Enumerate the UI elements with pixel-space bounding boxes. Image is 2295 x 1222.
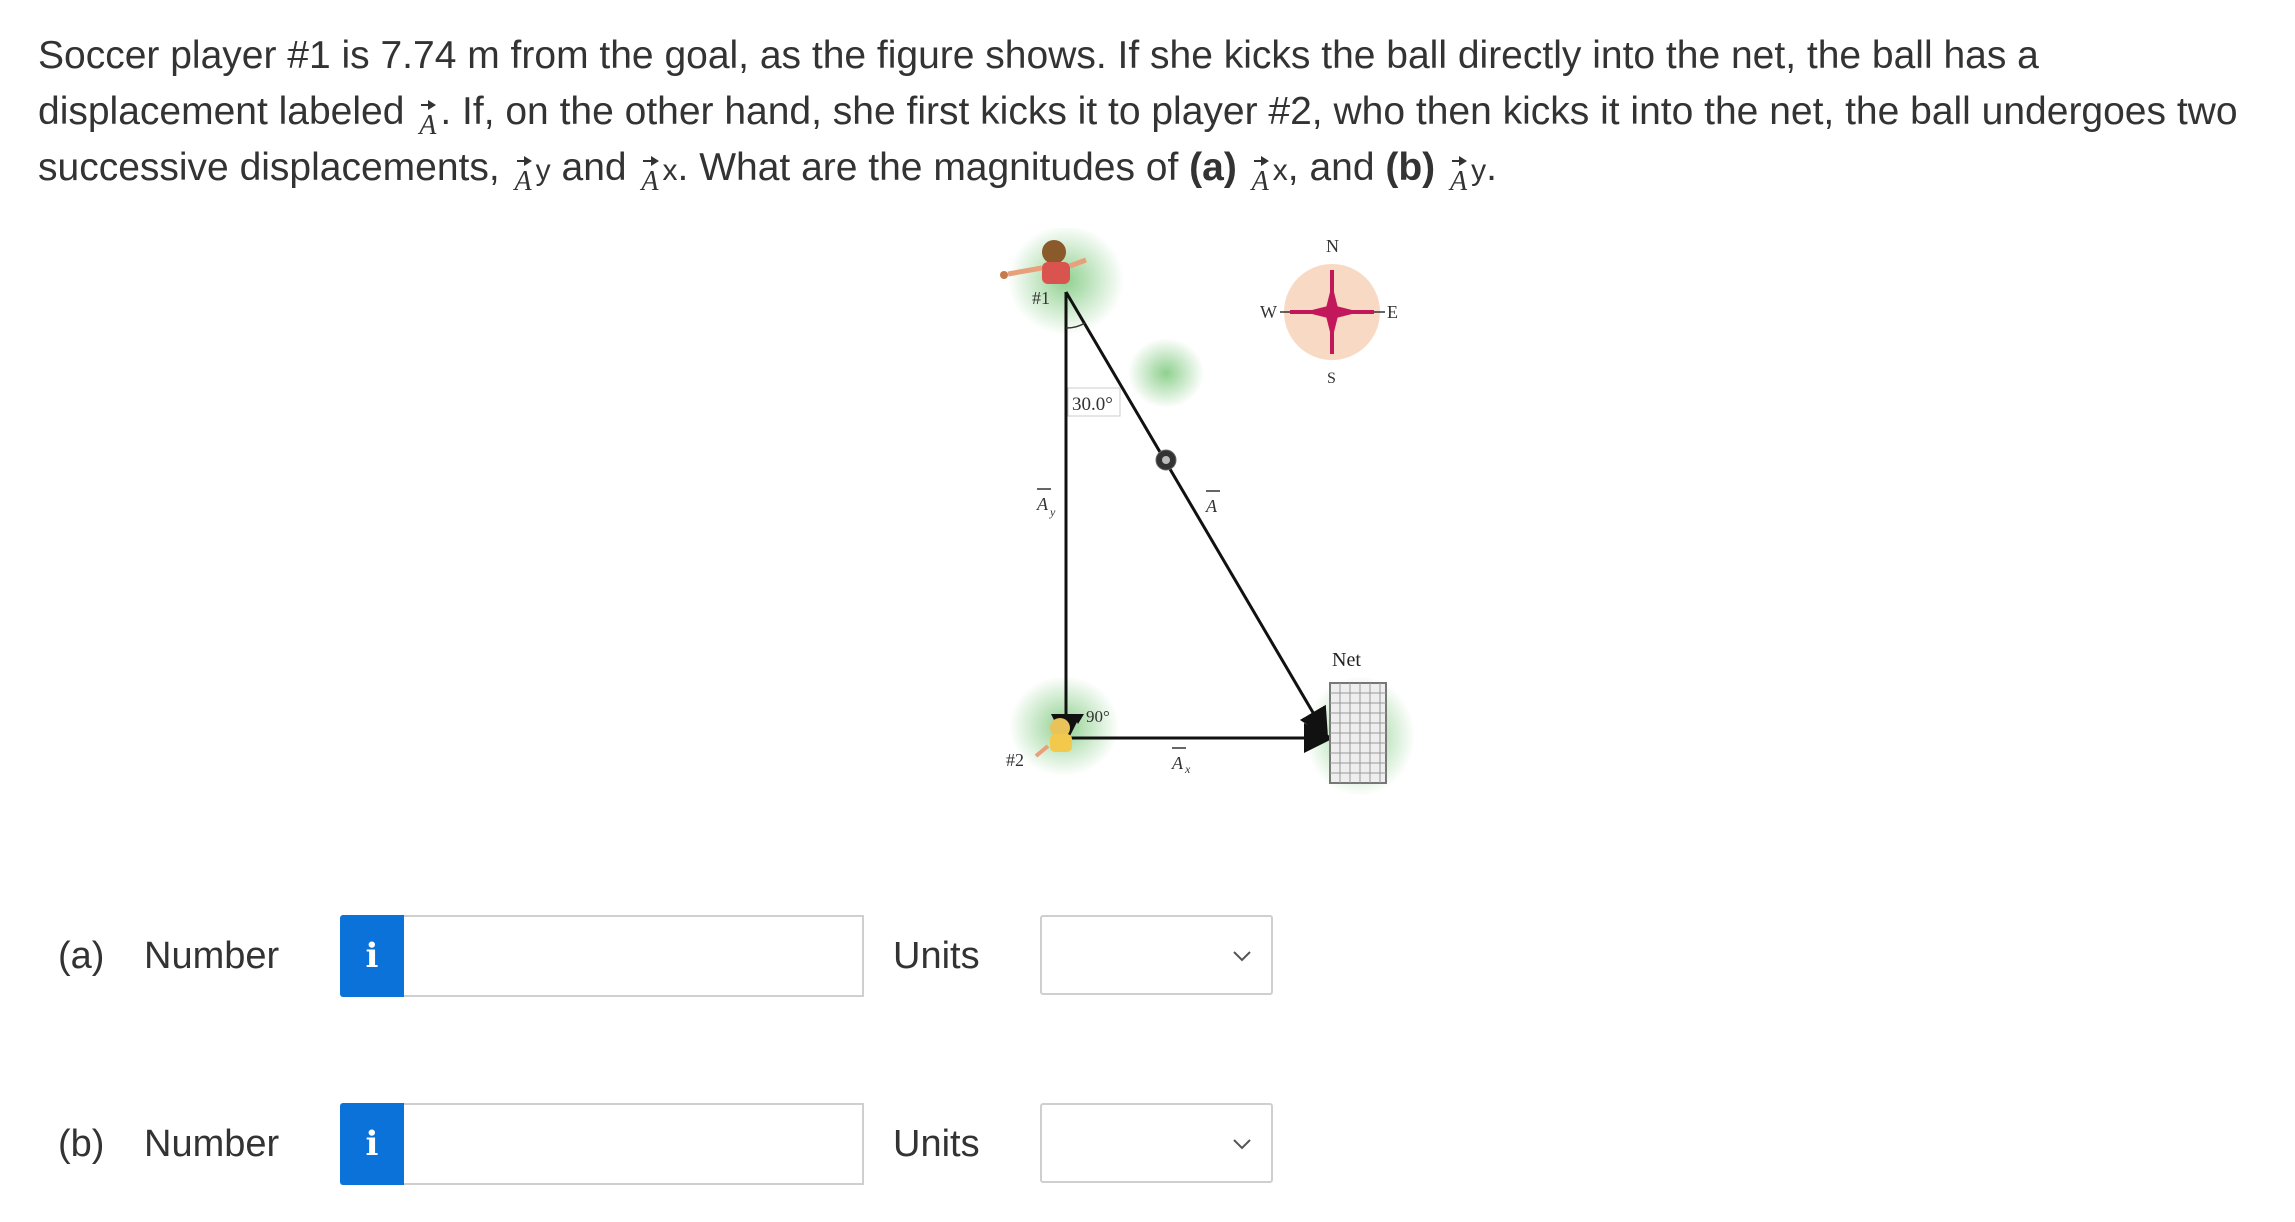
units-select-a[interactable] (1040, 915, 1273, 995)
svg-text:y: y (1049, 505, 1056, 519)
number-input-a[interactable] (404, 915, 864, 997)
svg-text:A: A (1171, 753, 1184, 773)
vector-Ay-symbol: A (514, 156, 532, 197)
part-b-label: (b) (1385, 146, 1436, 189)
compass-e: E (1387, 302, 1398, 322)
soccer-figure: #1 30.0° A y A A x 90° #2 Net N S E W (1000, 228, 1415, 796)
compass-w: W (1260, 302, 1277, 322)
question-end: . (1486, 146, 1497, 189)
label-Ay: A y (1036, 488, 1056, 519)
chevron-down-icon (1233, 1139, 1251, 1150)
net-icon (1329, 682, 1387, 784)
part-b-row-label: (b) (58, 1123, 105, 1165)
vector-A-symbol: A (419, 100, 437, 141)
vector-Ay-subscript: y (535, 154, 551, 187)
compass-n: N (1326, 236, 1339, 256)
vector-Ax-subscript: x (662, 154, 678, 187)
number-label-a: Number (144, 935, 280, 977)
units-label-b: Units (893, 1123, 980, 1165)
info-button-b[interactable]: i (340, 1103, 404, 1185)
vector-Ay-subscript-2: y (1471, 154, 1487, 187)
vector-Ay-symbol-2: A (1450, 156, 1468, 197)
chevron-down-icon (1233, 951, 1251, 962)
angle-right-label: 90° (1086, 707, 1110, 726)
number-input-b[interactable] (404, 1103, 864, 1185)
and-text: and (561, 146, 627, 189)
svg-text:x: x (1184, 762, 1191, 776)
question-part-3: . What are the magnitudes of (677, 146, 1179, 189)
question-text: Soccer player #1 is 7.74 m from the goal… (38, 28, 2268, 199)
part-a-label: (a) (1189, 146, 1237, 189)
svg-text:A: A (1205, 496, 1218, 516)
label-A: A (1205, 490, 1220, 516)
compass-icon: N S E W (1260, 236, 1398, 387)
vector-Ax-symbol: A (641, 156, 659, 197)
player1-label: #1 (1032, 288, 1050, 308)
comma-and-text: , and (1287, 146, 1375, 189)
ball-highlight (1162, 456, 1170, 464)
svg-text:A: A (1036, 494, 1049, 514)
compass-s: S (1327, 370, 1336, 387)
angle-top-label: 30.0° (1072, 394, 1113, 415)
vector-Ax-subscript-2: x (1272, 154, 1288, 187)
number-label-b: Number (144, 1123, 280, 1165)
units-select-b[interactable] (1040, 1103, 1273, 1183)
info-button-a[interactable]: i (340, 915, 404, 997)
vector-Ax-symbol-2: A (1251, 156, 1269, 197)
answer-row-a: (a) Number i Units (0, 915, 1350, 999)
player2-label: #2 (1006, 750, 1024, 770)
net-label: Net (1332, 649, 1361, 671)
part-a-row-label: (a) (58, 935, 105, 977)
answer-row-b: (b) Number i Units (0, 1103, 1350, 1187)
units-label-a: Units (893, 935, 980, 977)
ball-field-glow (1128, 338, 1204, 408)
label-Ax: A x (1171, 747, 1191, 776)
